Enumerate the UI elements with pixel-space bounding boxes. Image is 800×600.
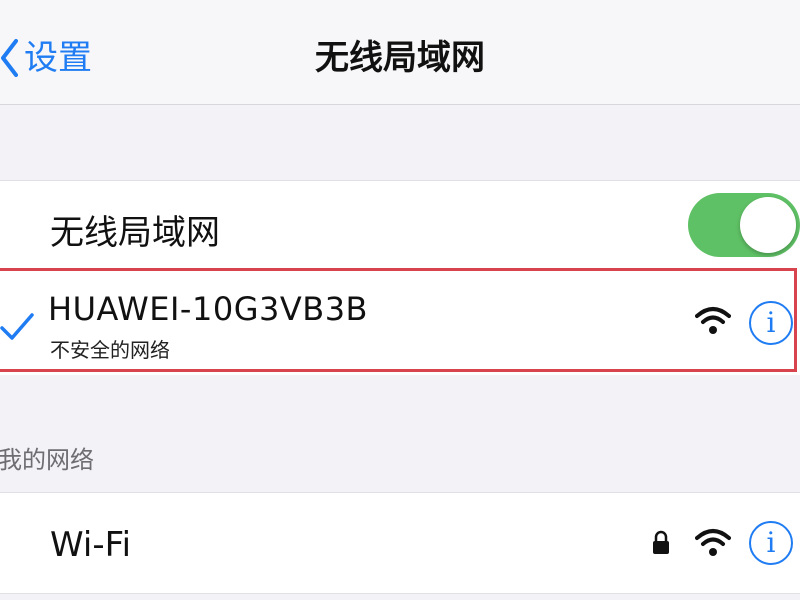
checkmark-icon bbox=[0, 313, 34, 340]
navigation-bar: 设置 无线局域网 bbox=[0, 0, 800, 105]
info-icon: i bbox=[766, 306, 776, 339]
info-icon: i bbox=[766, 526, 776, 559]
wifi-signal-icon bbox=[695, 307, 731, 334]
lock-icon bbox=[653, 530, 669, 554]
network-name: Wi-Fi bbox=[50, 525, 132, 565]
info-button[interactable]: i bbox=[749, 301, 793, 345]
connected-network-name: HUAWEI-10G3VB3B bbox=[48, 290, 368, 328]
wifi-signal-icon bbox=[695, 529, 731, 556]
wlan-settings-screen: 设置 无线局域网 无线局域网 HUAWEI-10G3VB3B 不安全的网络 i … bbox=[0, 0, 800, 600]
section-header-my-networks: 我的网络 bbox=[0, 446, 94, 474]
info-button[interactable]: i bbox=[749, 521, 793, 565]
wlan-toggle-label: 无线局域网 bbox=[50, 213, 220, 253]
toggle-knob bbox=[740, 197, 796, 253]
page-title: 无线局域网 bbox=[315, 38, 485, 78]
wlan-toggle-switch[interactable] bbox=[688, 193, 800, 257]
connected-network-security-status: 不安全的网络 bbox=[50, 338, 170, 362]
